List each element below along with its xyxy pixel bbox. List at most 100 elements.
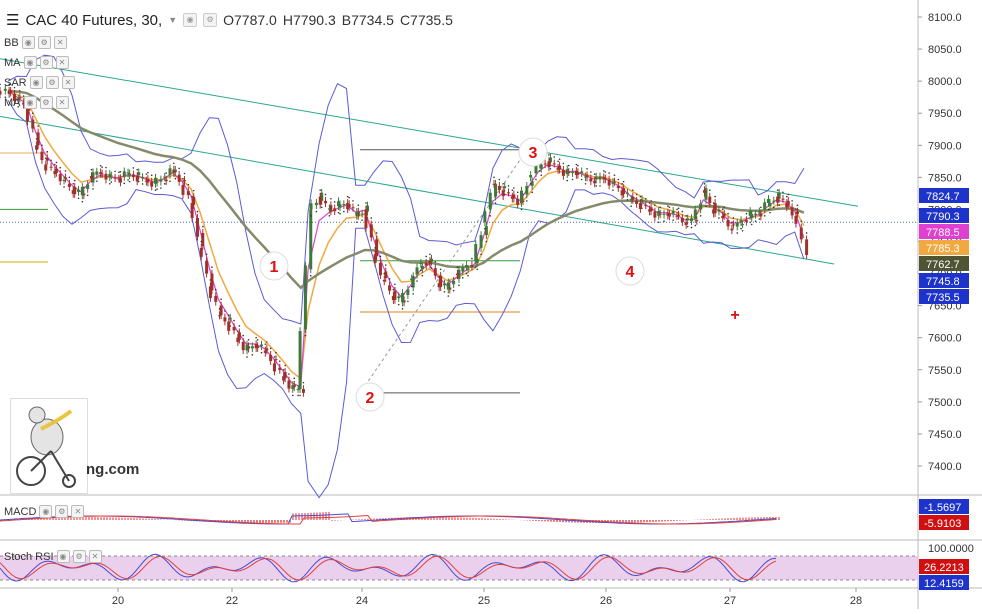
sar-dot <box>154 189 157 191</box>
eye-icon[interactable]: ◉ <box>56 550 70 563</box>
candle-body <box>44 164 48 171</box>
logo-text: ng.com <box>86 461 140 478</box>
candle-body <box>245 344 249 351</box>
sar-dot <box>383 272 386 275</box>
sar-dot <box>420 269 422 272</box>
close-icon[interactable]: ✕ <box>88 550 102 563</box>
candle-body <box>757 211 761 213</box>
eye-icon[interactable]: ◉ <box>21 36 35 49</box>
gear-icon[interactable]: ⚙ <box>37 36 51 49</box>
sar-dot <box>630 205 633 208</box>
sar-dot <box>355 221 358 224</box>
gear-icon[interactable]: ⚙ <box>55 505 69 518</box>
chart-area[interactable]: 8100.08050.08000.07950.07900.07850.07800… <box>0 0 982 609</box>
gear-icon[interactable]: ⚙ <box>39 96 53 109</box>
eye-icon[interactable]: ◉ <box>23 56 37 69</box>
indicator-ma[interactable]: MA ◉ ⚙ ✕ <box>4 56 69 69</box>
sar-dot <box>494 202 497 204</box>
sar-dot <box>224 310 226 312</box>
price-label-text: 7762.7 <box>926 259 960 271</box>
close-icon[interactable]: ✕ <box>71 505 85 518</box>
indicator-sar[interactable]: SAR ◉ ⚙ ✕ <box>4 76 75 89</box>
sar-dot <box>343 210 345 213</box>
gear-icon[interactable]: ⚙ <box>39 56 53 69</box>
sar-dot <box>96 180 98 183</box>
sar-dot <box>681 210 684 213</box>
candle-body <box>108 173 112 178</box>
candle-body <box>561 169 565 176</box>
candle-body <box>693 209 697 220</box>
candle-body <box>616 185 620 189</box>
candle-body <box>510 196 514 199</box>
sar-dot <box>575 163 578 166</box>
macd-label[interactable]: MACD ◉ ⚙ ✕ <box>4 505 85 518</box>
candle-body <box>465 265 469 268</box>
sar-dot <box>156 188 158 190</box>
close-icon[interactable]: ✕ <box>61 76 75 89</box>
sar-dot <box>502 182 504 185</box>
gear-icon[interactable]: ⚙ <box>203 13 218 27</box>
sar-dot <box>282 368 285 371</box>
sar-dot <box>787 193 790 196</box>
candle-body <box>154 177 158 184</box>
sar-dot <box>526 200 528 202</box>
eye-icon[interactable]: ◉ <box>23 96 37 109</box>
stoch-rsi-label[interactable]: Stoch RSI ◉ ⚙ ✕ <box>4 550 102 563</box>
price-label-text: 7790.3 <box>926 211 960 223</box>
sar-dot <box>273 356 276 358</box>
hamburger-icon[interactable]: ☰ <box>6 11 19 29</box>
close-icon[interactable]: ✕ <box>55 56 69 69</box>
candle-body <box>301 389 305 393</box>
candle-body <box>470 265 474 267</box>
candle-body <box>428 260 432 265</box>
eye-icon[interactable]: ◉ <box>39 505 53 518</box>
indicator-label: MA <box>4 56 21 69</box>
sar-dot <box>92 188 94 190</box>
candle-body <box>369 224 373 238</box>
sar-dot <box>319 189 322 191</box>
sar-dot <box>516 191 519 194</box>
close-icon[interactable]: ✕ <box>53 36 67 49</box>
candle-body <box>232 327 236 331</box>
candle-body <box>201 232 205 246</box>
indicator-ma-2[interactable]: MA ◉ ⚙ ✕ <box>4 96 69 109</box>
candle-body <box>186 191 190 196</box>
sar-dot <box>68 176 71 179</box>
sar-dot <box>694 224 697 227</box>
gear-icon[interactable]: ⚙ <box>45 76 59 89</box>
sar-dot <box>302 381 305 384</box>
eye-icon[interactable]: ◉ <box>29 76 43 89</box>
candle-body <box>653 211 657 218</box>
gear-icon[interactable]: ⚙ <box>72 550 86 563</box>
sar-dot <box>718 217 720 219</box>
candle-body <box>397 296 401 299</box>
close-icon[interactable]: ✕ <box>55 96 69 109</box>
sar-dot <box>721 208 724 211</box>
sar-dot <box>595 185 597 187</box>
sar-dot <box>667 205 669 208</box>
sar-dot <box>484 227 486 230</box>
indicator-bb[interactable]: BB ◉ ⚙ ✕ <box>4 36 67 49</box>
sar-dot <box>529 182 532 185</box>
candle-body <box>442 283 446 286</box>
sar-dot <box>535 178 537 181</box>
candle-body <box>113 177 117 179</box>
sar-dot <box>723 206 726 209</box>
candle-body <box>766 198 770 204</box>
stoch-tick: 100.0000 <box>928 543 974 555</box>
sar-dot <box>333 201 336 203</box>
candle-body <box>355 211 359 216</box>
eye-icon[interactable]: ◉ <box>183 13 198 27</box>
candle-body <box>199 247 203 257</box>
channel-lower <box>0 115 835 265</box>
sar-dot <box>145 173 148 175</box>
chevron-down-icon[interactable]: ▼ <box>168 15 177 25</box>
symbol-title[interactable]: CAC 40 Futures, 30, <box>25 12 162 29</box>
sar-dot <box>736 232 739 234</box>
sar-dot <box>361 219 363 221</box>
y-tick-label: 8050.0 <box>928 44 962 56</box>
candle-body <box>218 315 222 317</box>
candle-body <box>342 204 346 206</box>
candle-body <box>227 321 231 331</box>
chart-svg[interactable]: 8100.08050.08000.07950.07900.07850.07800… <box>0 0 982 609</box>
